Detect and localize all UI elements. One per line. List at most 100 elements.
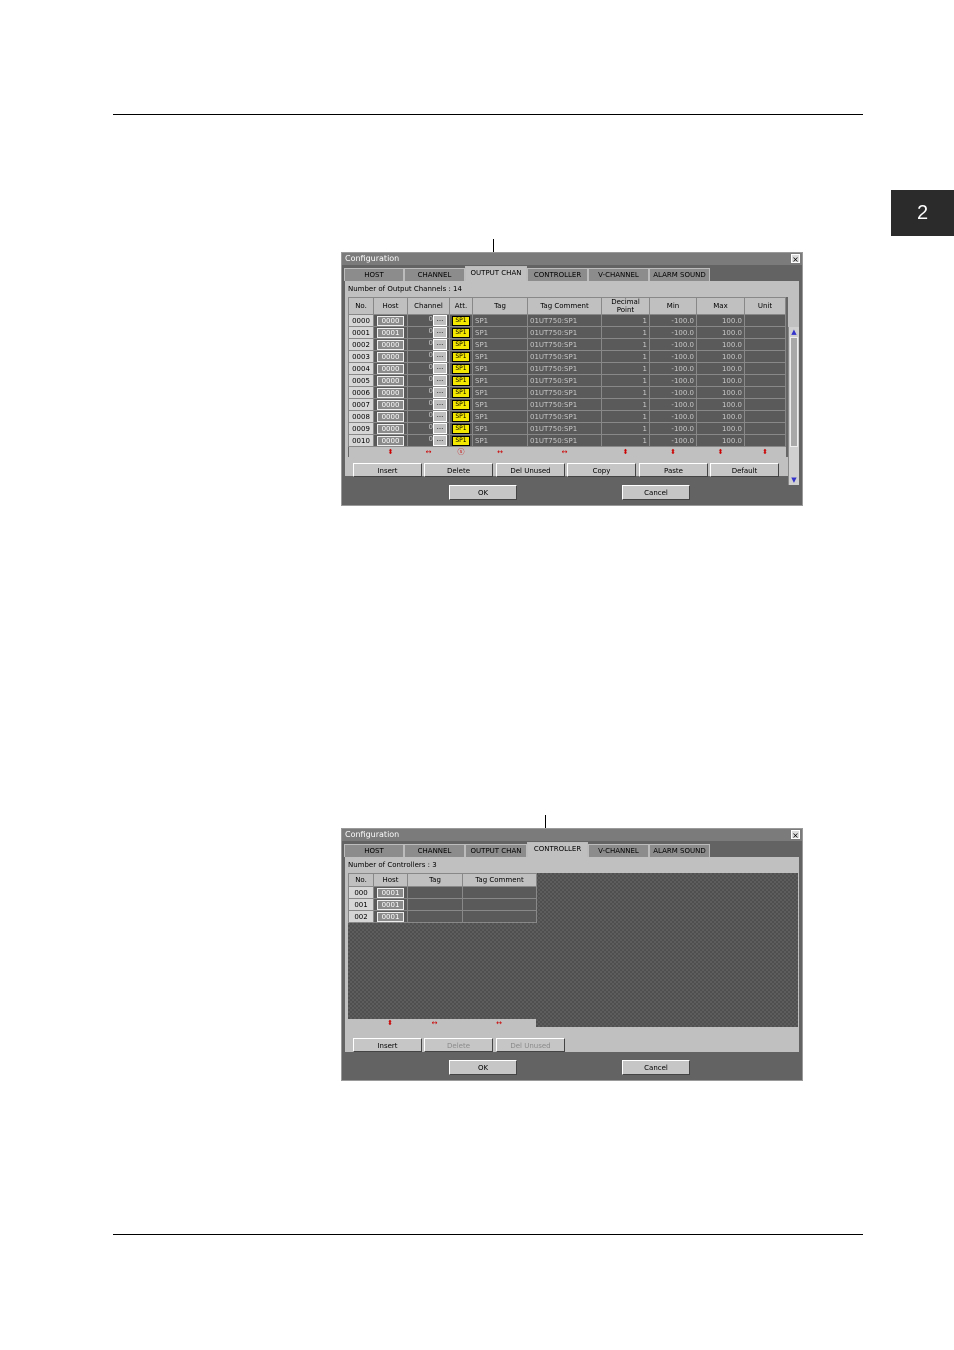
host-button[interactable]: 0001 (377, 327, 404, 338)
sort-marker[interactable]: ⬍ (744, 446, 786, 457)
tab-v-channel[interactable]: V-CHANNEL (588, 268, 649, 281)
sort-marker[interactable]: ⬍ (373, 1019, 407, 1027)
tag-cell[interactable] (407, 910, 463, 923)
table-row[interactable]: 001 0001 (348, 898, 537, 911)
column-header-tag[interactable]: Tag (472, 297, 528, 315)
scrollbar-thumb[interactable] (790, 337, 798, 447)
table-row[interactable]: 0004 0000 0... SP1 SP1 01UT750:SP1 1 -100.0 100.… (348, 362, 786, 375)
sort-marker[interactable]: ↔ (407, 1019, 462, 1027)
table-row[interactable]: 0006 0000 0... SP1 SP1 01UT750:SP1 1 -100.0 100.… (348, 386, 786, 399)
insert-button[interactable]: Insert (353, 463, 422, 477)
tag-cell[interactable] (407, 898, 463, 911)
insert-button[interactable]: Insert (353, 1038, 422, 1052)
decimal-point-cell[interactable]: 1 (601, 410, 650, 423)
tab-controller[interactable]: CONTROLLER (527, 842, 588, 857)
cancel-button[interactable]: Cancel (622, 1060, 690, 1075)
min-cell[interactable]: -100.0 (649, 326, 697, 339)
min-cell[interactable]: -100.0 (649, 350, 697, 363)
att-cell[interactable]: SP1 (449, 386, 473, 399)
channel-cell[interactable]: 0... (407, 410, 450, 423)
decimal-point-cell[interactable]: 1 (601, 326, 650, 339)
ok-button[interactable]: OK (449, 485, 517, 500)
ellipsis-button[interactable]: ... (433, 423, 447, 434)
ellipsis-button[interactable]: ... (433, 399, 447, 410)
host-button[interactable]: 0000 (377, 387, 404, 398)
tab-host[interactable]: HOST (344, 268, 404, 281)
host-button[interactable]: 0001 (377, 887, 404, 898)
unit-cell[interactable] (744, 374, 786, 387)
min-cell[interactable]: -100.0 (649, 410, 697, 423)
channel-cell[interactable]: 0... (407, 434, 450, 447)
tag-comment-cell[interactable]: 01UT750:SP1 (527, 422, 602, 435)
sort-marker[interactable]: ↔ (462, 1019, 536, 1027)
att-cell[interactable]: SP1 (449, 422, 473, 435)
max-cell[interactable]: 100.0 (696, 422, 745, 435)
att-cell[interactable]: SP1 (449, 398, 473, 411)
sort-marker[interactable]: ⬍ (696, 446, 745, 457)
att-cell[interactable]: SP1 (449, 374, 473, 387)
host-button[interactable]: 0001 (377, 911, 404, 922)
channel-cell[interactable]: 0... (407, 386, 450, 399)
tag-cell[interactable]: SP1 (472, 398, 528, 411)
ellipsis-button[interactable]: ... (433, 387, 447, 398)
min-cell[interactable]: -100.0 (649, 386, 697, 399)
max-cell[interactable]: 100.0 (696, 350, 745, 363)
tag-comment-cell[interactable]: 01UT750:SP1 (527, 362, 602, 375)
tab-channel[interactable]: CHANNEL (404, 844, 465, 857)
del-unused-button[interactable]: Del Unused (496, 463, 565, 477)
default-button[interactable]: Default (710, 463, 779, 477)
ellipsis-button[interactable]: ... (433, 435, 447, 446)
channel-cell[interactable]: 0... (407, 374, 450, 387)
tag-cell[interactable]: SP1 (472, 410, 528, 423)
sort-marker[interactable]: ⬍ (649, 446, 697, 457)
tag-cell[interactable]: SP1 (472, 434, 528, 447)
att-cell[interactable]: SP1 (449, 350, 473, 363)
unit-cell[interactable] (744, 338, 786, 351)
row-number[interactable]: 0007 (348, 398, 374, 411)
vertical-scrollbar[interactable]: ▲ ▼ (788, 327, 799, 485)
max-cell[interactable]: 100.0 (696, 374, 745, 387)
ellipsis-button[interactable]: ... (433, 351, 447, 362)
scroll-up-icon[interactable]: ▲ (789, 327, 799, 337)
tag-cell[interactable]: SP1 (472, 350, 528, 363)
ellipsis-button[interactable]: ... (433, 339, 447, 350)
tag-cell[interactable]: SP1 (472, 326, 528, 339)
table-row[interactable]: 0000 0000 0... SP1 SP1 01UT750:SP1 1 -100.0 100.… (348, 314, 786, 327)
min-cell[interactable]: -100.0 (649, 338, 697, 351)
host-button[interactable]: 0000 (377, 339, 404, 350)
tag-comment-cell[interactable]: 01UT750:SP1 (527, 434, 602, 447)
min-cell[interactable]: -100.0 (649, 362, 697, 375)
unit-cell[interactable] (744, 350, 786, 363)
min-cell[interactable]: -100.0 (649, 422, 697, 435)
host-button[interactable]: 0000 (377, 363, 404, 374)
del-unused-button[interactable]: Del Unused (496, 1038, 565, 1052)
tab-output-chan[interactable]: OUTPUT CHAN (465, 844, 527, 857)
ellipsis-button[interactable]: ... (433, 411, 447, 422)
row-number[interactable]: 001 (348, 898, 374, 911)
channel-cell[interactable]: 0... (407, 338, 450, 351)
channel-cell[interactable]: 0... (407, 422, 450, 435)
sort-marker[interactable]: ⬍ (373, 446, 408, 457)
row-number[interactable]: 0010 (348, 434, 374, 447)
ellipsis-button[interactable]: ... (433, 375, 447, 386)
decimal-point-cell[interactable]: 1 (601, 422, 650, 435)
min-cell[interactable]: -100.0 (649, 314, 697, 327)
tag-cell[interactable] (407, 886, 463, 899)
table-row[interactable]: 0003 0000 0... SP1 SP1 01UT750:SP1 1 -100.0 100.… (348, 350, 786, 363)
decimal-point-cell[interactable]: 1 (601, 398, 650, 411)
unit-cell[interactable] (744, 326, 786, 339)
att-cell[interactable]: SP1 (449, 434, 473, 447)
column-header-channel[interactable]: Channel (407, 297, 450, 315)
unit-cell[interactable] (744, 398, 786, 411)
min-cell[interactable]: -100.0 (649, 398, 697, 411)
max-cell[interactable]: 100.0 (696, 314, 745, 327)
column-header-host[interactable]: Host (373, 297, 408, 315)
table-row[interactable]: 0008 0000 0... SP1 SP1 01UT750:SP1 1 -100.0 100.… (348, 410, 786, 423)
column-header-tag-comment[interactable]: Tag Comment (527, 297, 602, 315)
max-cell[interactable]: 100.0 (696, 362, 745, 375)
min-cell[interactable]: -100.0 (649, 374, 697, 387)
tab-host[interactable]: HOST (344, 844, 404, 857)
copy-button[interactable]: Copy (567, 463, 636, 477)
column-header-min[interactable]: Min (649, 297, 697, 315)
ellipsis-button[interactable]: ... (433, 363, 447, 374)
